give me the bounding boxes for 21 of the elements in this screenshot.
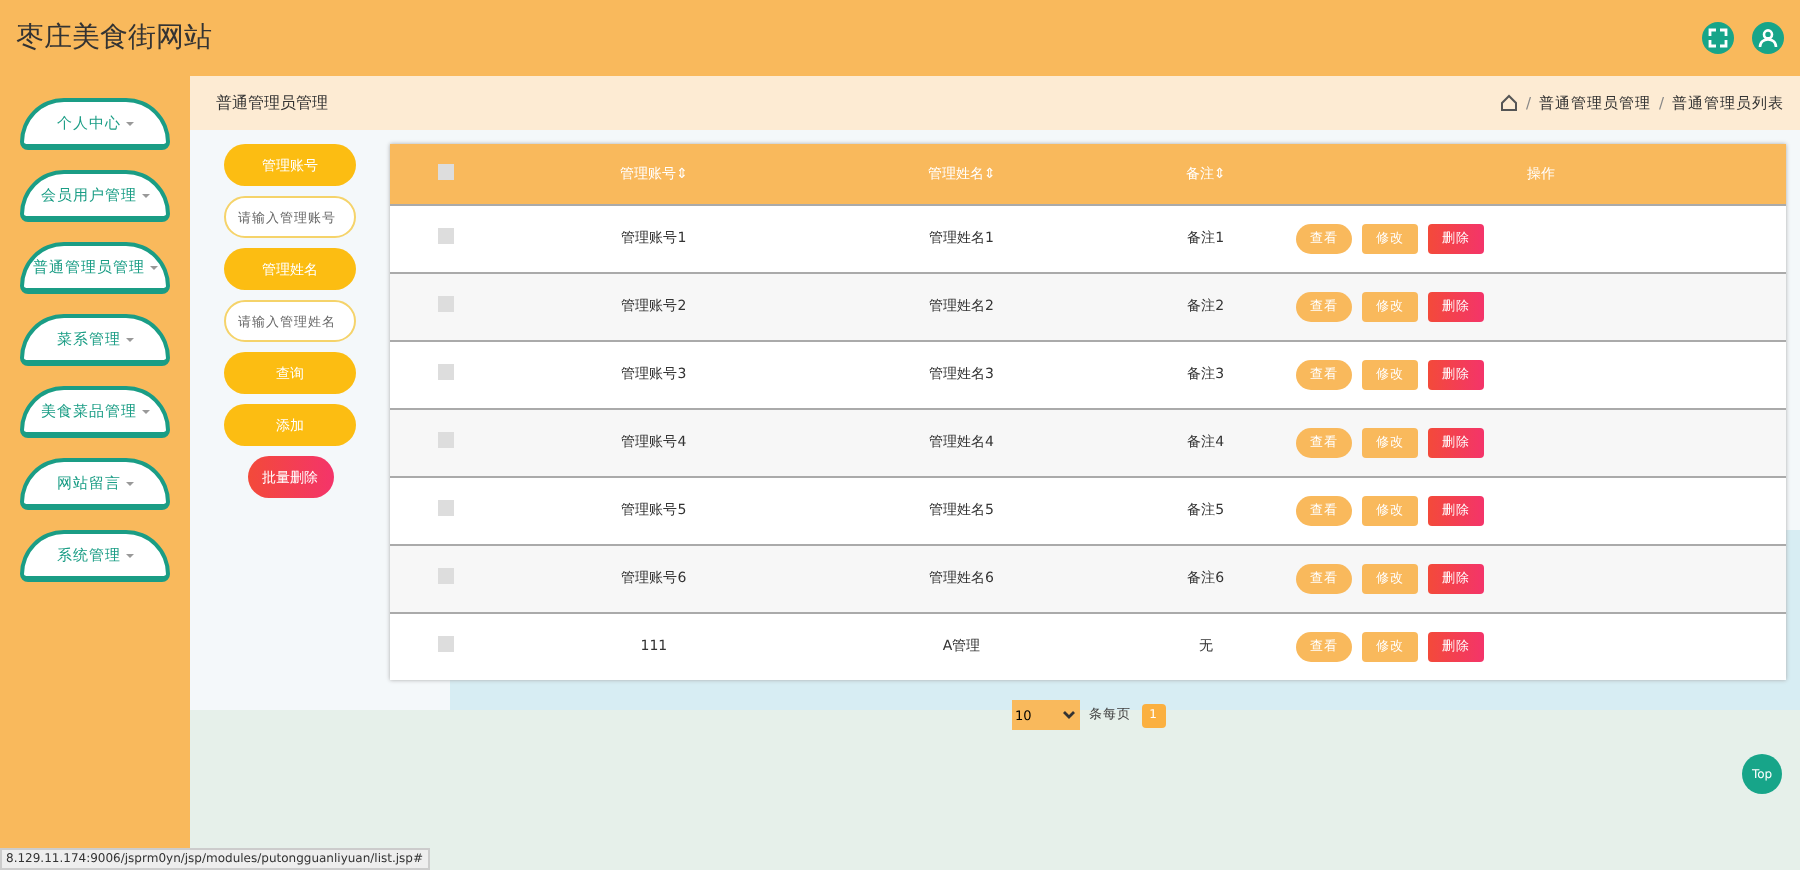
caret-icon (149, 265, 157, 269)
row-checkbox[interactable] (437, 296, 453, 312)
caret-icon (125, 121, 133, 125)
row-checkbox[interactable] (437, 364, 453, 380)
row-checkbox[interactable] (437, 500, 453, 516)
chevron-icon (1061, 710, 1075, 720)
row-checkbox[interactable] (437, 228, 453, 244)
user-icon[interactable] (1752, 22, 1784, 54)
select-all-checkbox[interactable] (437, 163, 453, 180)
page-title: 普通管理员管理 (216, 92, 328, 114)
caret-icon (125, 553, 133, 557)
caret-icon (141, 193, 149, 197)
row-checkbox[interactable] (437, 432, 453, 448)
caret-icon (125, 481, 133, 485)
home-icon[interactable] (1499, 94, 1518, 112)
caret-icon (125, 337, 133, 341)
caret-icon (141, 409, 149, 413)
row-checkbox[interactable] (437, 568, 453, 584)
row-checkbox[interactable] (437, 636, 453, 653)
fullscreen-icon[interactable] (1702, 22, 1734, 54)
site-title: 枣庄美食街网站 (16, 20, 212, 56)
